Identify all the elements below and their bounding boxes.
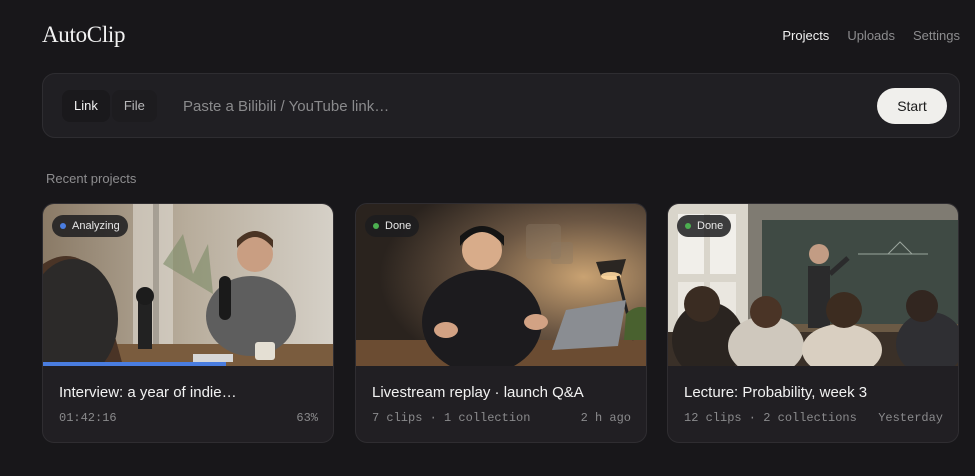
nav-settings[interactable]: Settings	[913, 28, 960, 43]
status-badge: Done	[677, 215, 732, 237]
project-thumbnail: Analyzing	[43, 204, 333, 366]
status-badge: Done	[365, 215, 420, 237]
start-button[interactable]: Start	[877, 88, 947, 124]
project-title: Livestream replay · launch Q&A	[372, 384, 584, 401]
section-title: Recent projects	[46, 171, 137, 186]
project-meta: 7 clips · 1 collection	[372, 411, 531, 425]
source-toggle: Link File	[62, 90, 157, 122]
nav-projects[interactable]: Projects	[782, 28, 829, 43]
project-card[interactable]: Analyzing Interview: a year of indie… 01…	[42, 203, 334, 443]
status-dot	[373, 223, 379, 229]
app-logo: AutoClip	[42, 22, 126, 47]
project-title: Interview: a year of indie…	[59, 384, 237, 401]
top-nav: Projects Uploads Settings	[782, 28, 960, 43]
project-timestamp: Yesterday	[878, 411, 943, 425]
project-progress-text: 63%	[296, 411, 318, 425]
analysis-progress-bar	[43, 362, 226, 366]
link-input-bar: Link File Start	[42, 73, 960, 138]
project-title: Lecture: Probability, week 3	[684, 384, 868, 401]
project-thumbnail: Done	[668, 204, 958, 366]
status-badge: Analyzing	[52, 215, 128, 237]
project-card[interactable]: Done Livestream replay · launch Q&A 7 cl…	[355, 203, 647, 443]
project-card[interactable]: Done Lecture: Probability, week 3 12 cli…	[667, 203, 959, 443]
project-meta: 12 clips · 2 collections	[684, 411, 857, 425]
project-timestamp: 2 h ago	[580, 411, 631, 425]
tab-file[interactable]: File	[111, 90, 157, 122]
project-thumbnail: Done	[356, 204, 646, 366]
link-input[interactable]	[183, 92, 863, 120]
status-dot	[685, 223, 691, 229]
nav-uploads[interactable]: Uploads	[847, 28, 895, 43]
tab-link[interactable]: Link	[62, 90, 110, 122]
status-dot	[60, 223, 66, 229]
project-duration: 01:42:16	[59, 411, 117, 425]
